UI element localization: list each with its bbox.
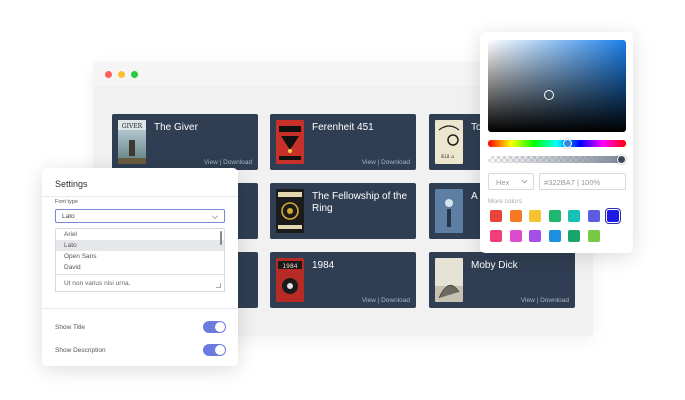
book-cover [435, 189, 463, 233]
hue-slider[interactable] [488, 139, 626, 148]
book-cover [435, 258, 463, 302]
color-swatch[interactable] [568, 230, 580, 242]
hex-input[interactable]: #322BA7 | 100% [539, 173, 626, 190]
book-card[interactable]: Ferenheit 451 View | Download [270, 114, 416, 170]
book-cover: GIVER [118, 120, 146, 164]
saturation-value-area[interactable] [488, 40, 626, 132]
alpha-slider-thumb[interactable] [617, 155, 626, 164]
color-swatch[interactable] [548, 230, 561, 242]
book-title: 1984 [312, 260, 335, 271]
font-option[interactable]: Open Sans [56, 251, 224, 262]
color-picker-panel: Hex #322BA7 | 100% More colors [480, 32, 633, 253]
book-card[interactable]: GIVER The Giver View | Download [112, 114, 258, 170]
color-swatch[interactable] [509, 210, 522, 222]
book-card[interactable]: 1984 1984 View | Download [270, 252, 416, 308]
resize-grip-icon[interactable] [216, 283, 221, 288]
svg-text:Kill a: Kill a [441, 154, 454, 160]
description-textarea[interactable]: Ut non varius nisi urna. [55, 274, 225, 292]
font-type-value: Lato [62, 213, 75, 220]
show-title-toggle[interactable] [203, 321, 226, 333]
svg-text:GIVER: GIVER [122, 123, 143, 130]
color-swatch[interactable] [529, 230, 541, 242]
stage: GIVER The Giver View | Download Ferenhei… [0, 0, 685, 400]
book-cover: 1984 [276, 258, 304, 302]
color-swatch[interactable] [490, 210, 502, 222]
book-cover [276, 120, 304, 164]
book-links[interactable]: View | Download [362, 159, 410, 166]
color-swatch[interactable] [587, 230, 600, 242]
book-title: Ferenheit 451 [312, 122, 374, 133]
book-links[interactable]: View | Download [362, 297, 410, 304]
alpha-slider[interactable] [488, 155, 626, 164]
color-swatch[interactable] [509, 230, 522, 242]
book-title: Moby Dick [471, 260, 518, 271]
minimize-window-dot[interactable] [118, 70, 125, 78]
color-swatch[interactable] [548, 210, 561, 222]
book-links[interactable]: View | Download [204, 159, 252, 166]
textarea-value: Ut non varius nisi urna. [64, 280, 131, 287]
font-type-label: Font type [55, 199, 78, 205]
font-type-select[interactable]: Lato [55, 209, 225, 223]
book-links[interactable]: View | Download [521, 297, 569, 304]
close-window-dot[interactable] [105, 70, 112, 78]
font-option[interactable]: Ariel [56, 229, 224, 240]
book-card[interactable]: Moby Dick View | Download [429, 252, 575, 308]
font-option-selected[interactable]: Lato [56, 240, 224, 251]
font-option[interactable]: David [56, 262, 224, 273]
hue-slider-thumb[interactable] [562, 139, 572, 148]
chevron-down-icon [521, 177, 528, 184]
book-title: The Fellowship of the Ring [312, 191, 408, 214]
color-swatch[interactable] [607, 210, 619, 222]
divider [42, 308, 238, 309]
color-swatch[interactable] [568, 210, 580, 222]
settings-panel: Settings Font type Lato Ariel Lato Open … [42, 168, 238, 366]
maximize-window-dot[interactable] [131, 70, 138, 78]
scrollbar[interactable] [220, 231, 222, 245]
toggle-knob [215, 345, 225, 355]
book-cover: Kill a [435, 120, 463, 164]
book-title: The Giver [154, 122, 198, 133]
settings-title: Settings [55, 179, 88, 189]
toggle-knob [215, 322, 225, 332]
book-cover [276, 189, 304, 233]
show-title-label: Show Title [55, 324, 85, 331]
show-description-label: Show Description [55, 347, 106, 354]
more-colors-label: More colors [488, 198, 522, 205]
show-description-toggle[interactable] [203, 344, 226, 356]
color-format-value: Hex [496, 178, 510, 187]
chevron-down-icon [212, 213, 218, 219]
color-swatch[interactable] [587, 210, 600, 222]
color-swatch[interactable] [490, 230, 502, 242]
color-swatch[interactable] [529, 210, 541, 222]
color-format-select[interactable]: Hex [488, 173, 534, 190]
book-card[interactable]: The Fellowship of the Ring [270, 183, 416, 239]
divider [42, 196, 238, 197]
svg-text:1984: 1984 [282, 263, 297, 270]
color-cursor[interactable] [544, 90, 554, 100]
